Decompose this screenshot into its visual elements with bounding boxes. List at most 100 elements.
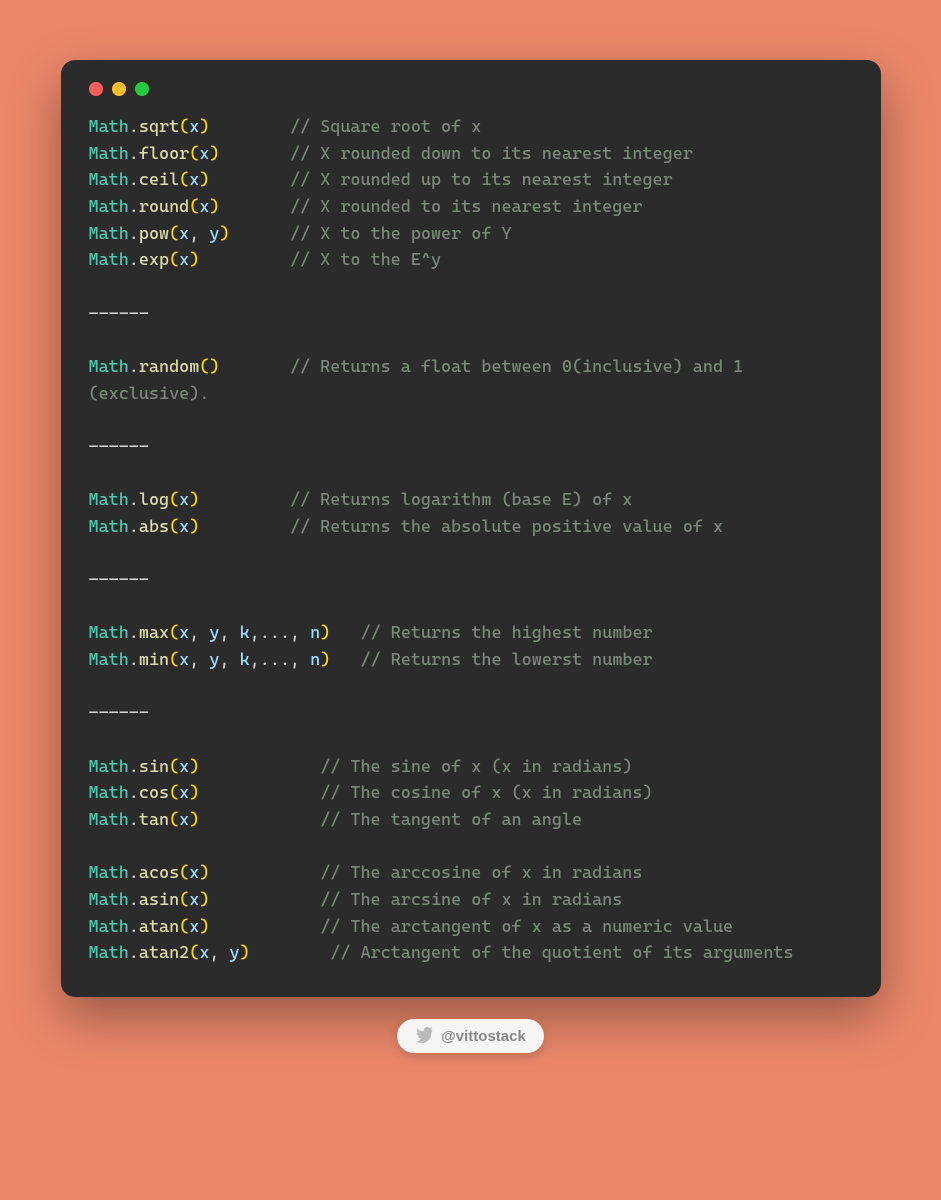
separator: ------	[89, 700, 853, 727]
open-paren: (	[169, 490, 179, 510]
code-line: Math.abs(x) // Returns the absolute posi…	[89, 514, 853, 541]
blank-line	[89, 727, 853, 754]
param: x	[189, 863, 199, 883]
method-name: asin	[139, 890, 179, 910]
param: x	[189, 170, 199, 190]
param: ...	[260, 623, 290, 643]
method-name: atan2	[139, 943, 189, 963]
math-object: Math	[89, 117, 129, 137]
comment: // X rounded up to its nearest integer	[290, 170, 673, 190]
comment: // X to the power of Y	[290, 224, 512, 244]
param: x	[179, 810, 189, 830]
param: k	[240, 650, 250, 670]
comment: // The sine of x (x in radians)	[320, 757, 632, 777]
dot-operator: .	[129, 943, 139, 963]
close-paren: )	[189, 810, 199, 830]
comment: // X to the E^y	[290, 250, 441, 270]
comment: // The tangent of an angle	[320, 810, 582, 830]
close-paren: )	[189, 517, 199, 537]
minimize-icon[interactable]	[112, 82, 126, 96]
open-paren: (	[169, 650, 179, 670]
math-object: Math	[89, 517, 129, 537]
param: n	[310, 623, 320, 643]
close-paren: )	[209, 197, 219, 217]
open-paren: (	[189, 197, 199, 217]
code-window: Math.sqrt(x) // Square root of xMath.flo…	[61, 60, 881, 997]
code-line: Math.sin(x) // The sine of x (x in radia…	[89, 754, 853, 781]
close-icon[interactable]	[89, 82, 103, 96]
open-paren: (	[169, 224, 179, 244]
method-name: random	[139, 357, 199, 377]
math-object: Math	[89, 890, 129, 910]
comment: // X rounded to its nearest integer	[290, 197, 642, 217]
open-paren: (	[169, 250, 179, 270]
param: y	[209, 650, 219, 670]
open-paren: (	[179, 917, 189, 937]
dot-operator: .	[129, 250, 139, 270]
dot-operator: .	[129, 197, 139, 217]
math-object: Math	[89, 144, 129, 164]
close-paren: )	[199, 863, 209, 883]
blank-line	[89, 674, 853, 701]
maximize-icon[interactable]	[135, 82, 149, 96]
open-paren: (	[179, 117, 189, 137]
math-object: Math	[89, 197, 129, 217]
param: x	[199, 197, 209, 217]
code-line: Math.exp(x) // X to the E^y	[89, 247, 853, 274]
code-line	[89, 834, 853, 861]
method-name: acos	[139, 863, 179, 883]
code-line: Math.tan(x) // The tangent of an angle	[89, 807, 853, 834]
blank-line	[89, 594, 853, 621]
method-name: cos	[139, 783, 169, 803]
math-object: Math	[89, 250, 129, 270]
code-line: Math.round(x) // X rounded to its neares…	[89, 194, 853, 221]
author-badge[interactable]: @vittostack	[397, 1019, 544, 1053]
param: x	[189, 117, 199, 137]
blank-line	[89, 461, 853, 488]
dot-operator: .	[129, 170, 139, 190]
math-object: Math	[89, 170, 129, 190]
close-paren: )	[219, 224, 229, 244]
code-block: Math.sqrt(x) // Square root of xMath.flo…	[89, 114, 853, 967]
comment: // Arctangent of the quotient of its arg…	[330, 943, 793, 963]
code-line: Math.cos(x) // The cosine of x (x in rad…	[89, 780, 853, 807]
method-name: min	[139, 650, 169, 670]
param: x	[179, 224, 189, 244]
dot-operator: .	[129, 863, 139, 883]
code-line: Math.log(x) // Returns logarithm (base E…	[89, 487, 853, 514]
code-line: Math.asin(x) // The arcsine of x in radi…	[89, 887, 853, 914]
comment: // The cosine of x (x in radians)	[320, 783, 652, 803]
close-paren: )	[199, 917, 209, 937]
math-object: Math	[89, 917, 129, 937]
separator: ------	[89, 434, 853, 461]
window-controls	[89, 82, 853, 96]
param: x	[179, 490, 189, 510]
dot-operator: .	[129, 810, 139, 830]
comment: // Returns the absolute positive value o…	[290, 517, 723, 537]
code-line: Math.acos(x) // The arccosine of x in ra…	[89, 860, 853, 887]
method-name: sin	[139, 757, 169, 777]
close-paren: )	[209, 144, 219, 164]
open-paren: (	[169, 757, 179, 777]
comment: // Returns logarithm (base E) of x	[290, 490, 632, 510]
param: x	[179, 783, 189, 803]
comment: // Square root of x	[290, 117, 481, 137]
method-name: pow	[139, 224, 169, 244]
method-name: tan	[139, 810, 169, 830]
dot-operator: .	[129, 517, 139, 537]
param: y	[209, 623, 219, 643]
close-paren: )	[199, 117, 209, 137]
code-line: Math.max(x, y, k,..., n) // Returns the …	[89, 620, 853, 647]
close-paren: )	[199, 170, 209, 190]
comment: // The arcsine of x in radians	[320, 890, 622, 910]
param: y	[209, 224, 219, 244]
comment: // X rounded down to its nearest integer	[290, 144, 693, 164]
math-object: Math	[89, 783, 129, 803]
param: x	[179, 757, 189, 777]
close-paren: )	[320, 623, 330, 643]
blank-line	[89, 541, 853, 568]
math-object: Math	[89, 490, 129, 510]
blank-line	[89, 327, 853, 354]
code-line: Math.floor(x) // X rounded down to its n…	[89, 141, 853, 168]
math-object: Math	[89, 623, 129, 643]
